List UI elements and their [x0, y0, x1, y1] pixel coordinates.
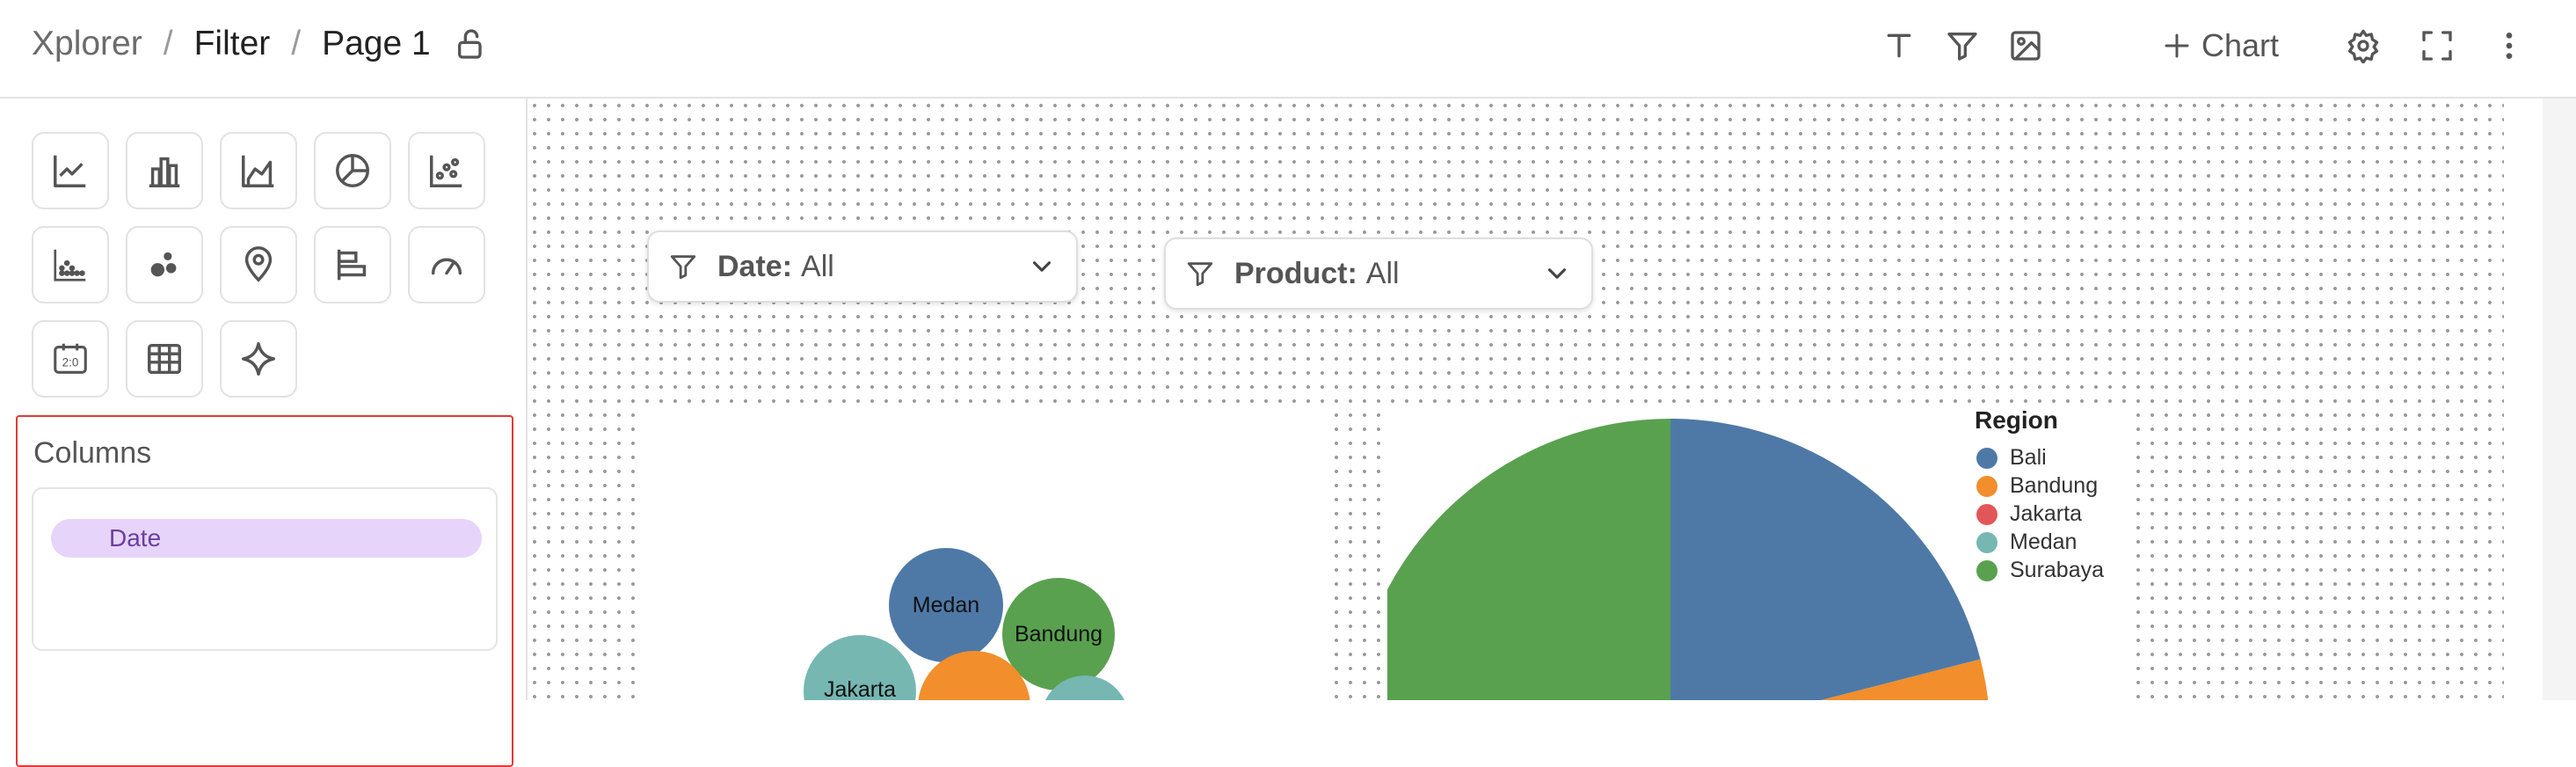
breadcrumb-filter[interactable]: Filter — [194, 25, 271, 63]
horizontal-bar-button[interactable] — [314, 226, 391, 303]
legend-swatch — [1976, 475, 1997, 497]
sparkle-icon — [242, 342, 275, 376]
breadcrumb-page[interactable]: Page 1 — [322, 25, 431, 63]
chevron-down-icon[interactable] — [1027, 252, 1057, 281]
legend-item-bandung[interactable]: Bandung — [1976, 473, 2098, 499]
date-filter[interactable]: Date: All — [647, 230, 1078, 303]
pie-chart-icon — [336, 154, 369, 187]
legend-swatch — [1976, 447, 1997, 469]
gear-icon[interactable] — [2339, 21, 2388, 70]
bubble-chart-button[interactable] — [126, 226, 203, 303]
columns-panel: Columns Date — [16, 415, 513, 767]
product-filter-value: All — [1365, 256, 1400, 290]
bar-chart-icon — [149, 157, 180, 187]
table-icon — [148, 343, 181, 375]
bubble-label-jakarta: Jakarta — [824, 677, 896, 700]
vertical-scrollbar[interactable] — [2543, 99, 2576, 700]
legend-label: Surabaya — [2010, 558, 2105, 582]
area-chart-button[interactable] — [220, 132, 297, 209]
pie-chart-button[interactable] — [314, 132, 391, 209]
fullscreen-icon[interactable] — [2412, 21, 2462, 70]
svg-text:2:0: 2:0 — [62, 356, 79, 369]
bubble-label-medan: Medan — [913, 593, 979, 617]
breadcrumb-separator: / — [291, 25, 302, 62]
dot-plot-icon — [54, 249, 86, 281]
area-chart-icon — [242, 155, 274, 187]
legend-label: Bali — [2010, 445, 2047, 470]
map-pin-icon — [244, 246, 273, 282]
dot-plot-button[interactable] — [32, 226, 109, 303]
legend-label: Jakarta — [2010, 501, 2082, 526]
legend-label: Bandung — [2010, 473, 2099, 498]
lock-open-icon[interactable] — [454, 26, 489, 62]
legend-title: Region — [1975, 406, 2058, 434]
date-filter-value: All — [801, 249, 834, 283]
breadcrumb: Xplorer / Filter / Page 1 — [32, 25, 489, 63]
legend-item-bali[interactable]: Bali — [1976, 445, 2047, 471]
pie-chart-card[interactable]: Region Bali Bandung Jakarta Medan Suraba… — [1350, 406, 2128, 739]
column-pill-date[interactable]: Date — [51, 519, 482, 558]
legend-item-jakarta[interactable]: Jakarta — [1976, 501, 2082, 527]
canvas-margin — [2504, 99, 2543, 700]
map-button[interactable] — [220, 226, 297, 303]
columns-title: Columns — [33, 436, 152, 470]
bubble-chart-card[interactable]: Medan Bandung Jakarta — [637, 406, 1328, 763]
scoreboard-icon: 2:0 — [54, 343, 87, 374]
breadcrumb-separator: / — [163, 25, 173, 62]
more-vertical-icon[interactable] — [2485, 21, 2534, 70]
columns-dropzone[interactable]: Date — [32, 487, 498, 651]
scatter-chart-button[interactable] — [408, 132, 485, 209]
top-header: Xplorer / Filter / Page 1 Chart — [0, 0, 2576, 99]
gauge-button[interactable] — [408, 226, 485, 303]
pie-slice-bali[interactable] — [1670, 419, 1981, 739]
horizontal-bar-icon — [337, 249, 367, 281]
breadcrumb-root[interactable]: Xplorer — [32, 25, 142, 63]
text-icon[interactable] — [1874, 21, 1924, 70]
bubble-chart-icon — [150, 252, 177, 277]
filter-icon[interactable] — [1938, 21, 1987, 70]
gauge-icon — [431, 258, 462, 275]
product-filter-label: Product: — [1234, 256, 1357, 290]
chevron-down-icon[interactable] — [1542, 259, 1572, 289]
plus-icon — [2165, 33, 2189, 58]
bubble-chart: Medan Bandung Jakarta — [804, 548, 1129, 763]
filter-icon — [1187, 262, 1213, 287]
line-chart-button[interactable] — [32, 132, 109, 209]
bar-chart-button[interactable] — [126, 132, 203, 209]
legend-item-medan[interactable]: Medan — [1976, 530, 2077, 555]
legend-item-surabaya[interactable]: Surabaya — [1976, 558, 2104, 583]
ai-chart-button[interactable] — [220, 320, 297, 398]
filter-icon — [670, 255, 696, 280]
pie-slice-surabaya[interactable] — [1352, 419, 1670, 739]
legend-swatch — [1976, 531, 1997, 553]
add-chart-label: Chart — [2201, 27, 2280, 63]
scatter-chart-icon — [430, 155, 462, 187]
table-button[interactable] — [126, 320, 203, 398]
product-filter[interactable]: Product: All — [1164, 237, 1593, 310]
scoreboard-button[interactable]: 2:0 — [32, 320, 109, 398]
add-chart-button[interactable]: Chart — [2145, 21, 2295, 70]
bubble-label-bandung: Bandung — [1015, 622, 1102, 646]
line-chart-icon — [54, 155, 86, 187]
legend-label: Medan — [2010, 530, 2078, 554]
legend-swatch — [1976, 559, 1997, 581]
date-filter-label: Date: — [717, 249, 793, 283]
sidebar: 2:0 Columns Date — [0, 99, 528, 767]
legend-swatch — [1976, 503, 1997, 525]
image-icon[interactable] — [2001, 21, 2050, 70]
